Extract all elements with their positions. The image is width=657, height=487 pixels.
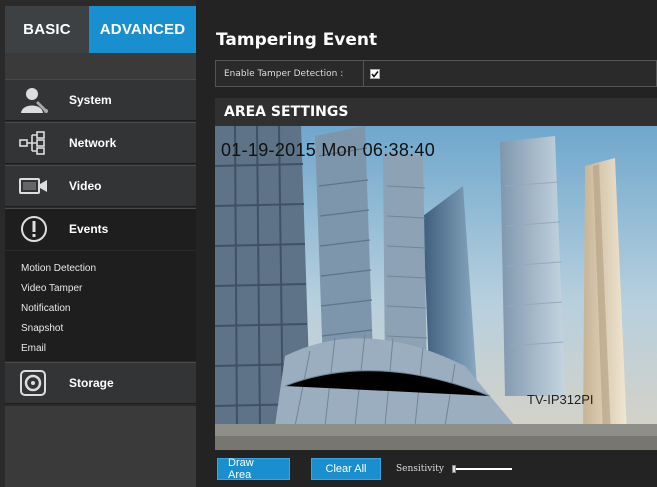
sidebar-filler [5, 406, 196, 487]
sidebar-item-label: Video [69, 179, 102, 193]
sensitivity-handle[interactable] [451, 464, 456, 473]
tamper-detection-label: Enable Tamper Detection : [216, 61, 364, 86]
sidebar-item-storage[interactable]: Storage [5, 362, 196, 404]
submenu-item-video-tamper[interactable]: Video Tamper [5, 279, 196, 299]
sidebar-item-events[interactable]: Events [5, 208, 205, 251]
sidebar-item-network[interactable]: Network [5, 122, 196, 164]
camera-timestamp: 01-19-2015 Mon 06:38:40 [221, 140, 436, 160]
submenu-item-snapshot[interactable]: Snapshot [5, 319, 196, 339]
page-title: Tampering Event [216, 30, 378, 50]
tamper-detection-row: Enable Tamper Detection : [215, 60, 657, 87]
area-controls: Draw Area Clear All Sensitivity [215, 450, 657, 487]
sidebar-item-label: Network [69, 136, 117, 150]
sidebar-item-label: Storage [69, 376, 114, 390]
main-content: Tampering Event Enable Tamper Detection … [196, 0, 657, 487]
camera-name-overlay: TV-IP312PI [527, 392, 594, 407]
sidebar-item-label: System [69, 93, 112, 107]
draw-area-button[interactable]: Draw Area [217, 457, 290, 481]
sidebar: BASIC ADVANCED System Network Video Even… [0, 0, 205, 487]
camera-preview[interactable]: 01-19-2015 Mon 06:38:40 TV-IP312PI [215, 126, 657, 450]
sidebar-spacer [5, 53, 196, 79]
alert-icon [15, 214, 53, 244]
submenu-item-notification[interactable]: Notification [5, 299, 196, 319]
video-camera-icon [15, 171, 53, 201]
tamper-detection-checkbox[interactable] [370, 68, 380, 79]
sensitivity-label: Sensitivity [396, 463, 444, 474]
sensitivity-slider[interactable] [451, 464, 512, 474]
sidebar-item-system[interactable]: System [5, 79, 196, 121]
tab-basic[interactable]: BASIC [5, 6, 89, 53]
storage-disk-icon [15, 368, 53, 398]
events-submenu: Motion Detection Video Tamper Notificati… [5, 251, 196, 361]
area-settings-header: AREA SETTINGS [215, 98, 657, 126]
sensitivity-track [451, 467, 512, 470]
system-user-icon [15, 85, 53, 115]
network-icon [15, 128, 53, 158]
sidebar-item-label: Events [69, 222, 109, 236]
tab-advanced[interactable]: ADVANCED [89, 6, 196, 62]
submenu-item-email[interactable]: Email [5, 339, 196, 359]
clear-all-button[interactable]: Clear All [311, 457, 381, 480]
mode-tabs: BASIC ADVANCED [5, 6, 196, 62]
checkmark-icon [371, 70, 379, 78]
sidebar-item-video[interactable]: Video [5, 165, 196, 207]
submenu-item-motion-detection[interactable]: Motion Detection [5, 259, 196, 279]
